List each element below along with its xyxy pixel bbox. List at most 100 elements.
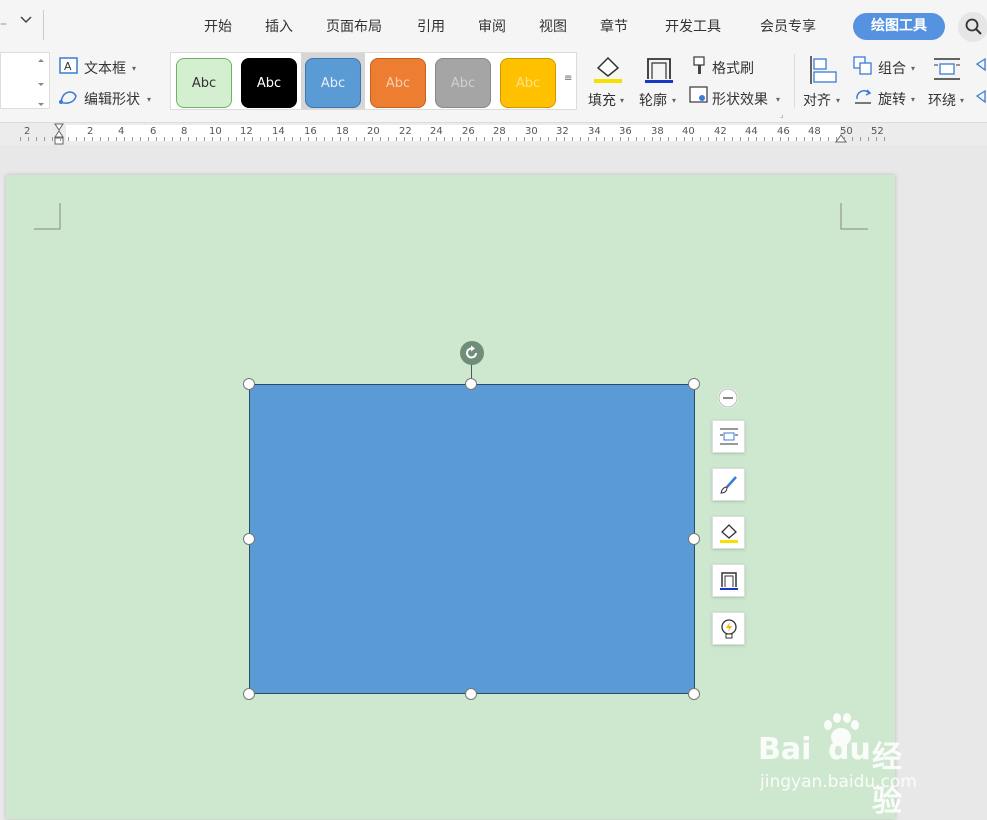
ruler-minor-tick: [860, 137, 861, 141]
gallery-more-icon[interactable]: ≡: [564, 73, 572, 84]
caret-down-icon: ▾: [620, 96, 625, 105]
layout-options-button[interactable]: [712, 420, 745, 453]
group-icon: [853, 56, 875, 80]
rectangle-shape[interactable]: [249, 384, 695, 694]
ruler-tick-label: 52: [871, 126, 884, 137]
ruler-minor-tick: [884, 137, 885, 141]
ruler-minor-tick: [364, 137, 365, 141]
ruler-tick-label: 50: [840, 126, 853, 137]
textbox-button[interactable]: 文本框: [84, 58, 126, 78]
wrap-text-icon: [932, 56, 962, 88]
textbox-icon: A: [59, 57, 79, 79]
tab-member[interactable]: 会员专享: [760, 16, 816, 36]
layer-icon[interactable]: [975, 56, 987, 110]
rotate-button[interactable]: 旋转: [878, 89, 906, 109]
ruler-minor-tick: [780, 137, 781, 141]
tab-view[interactable]: 视图: [539, 16, 567, 36]
line-style-picker[interactable]: [0, 52, 50, 109]
ruler-tick-label: 26: [462, 126, 475, 137]
outline-button[interactable]: 轮廓: [639, 90, 667, 110]
ruler-minor-tick: [732, 137, 733, 141]
ruler-tick-label: 44: [745, 126, 758, 137]
style-swatch-green[interactable]: Abc: [176, 58, 232, 108]
ruler-tick-label: 48: [808, 126, 821, 137]
resize-handle-top[interactable]: [465, 378, 477, 390]
scroll-left-icon[interactable]: –: [0, 16, 7, 32]
ruler-tick-label: 2: [87, 126, 94, 137]
ruler-minor-tick: [148, 137, 149, 141]
group-button[interactable]: 组合: [878, 58, 906, 78]
rotate-handle[interactable]: [460, 341, 484, 365]
style-swatch-gray[interactable]: Abc: [435, 58, 491, 108]
ruler-minor-tick: [716, 137, 717, 141]
tab-insert[interactable]: 插入: [265, 16, 293, 36]
watermark-brand: Bai: [758, 732, 812, 767]
style-swatch-black[interactable]: Abc: [241, 58, 297, 108]
search-button[interactable]: [958, 12, 987, 42]
style-swatch-orange[interactable]: Abc: [370, 58, 426, 108]
quick-fill-button[interactable]: [712, 516, 745, 549]
spinner-arrows-icon: [38, 59, 44, 106]
fill-icon: [720, 524, 738, 543]
resize-handle-top-left[interactable]: [243, 378, 255, 390]
ruler-minor-tick: [340, 137, 341, 141]
tab-review[interactable]: 审阅: [478, 16, 506, 36]
ruler-minor-tick: [788, 137, 789, 141]
horizontal-ruler[interactable]: 2 2 4 6 8 10 12 14 16 18 20 22 24 26 28 …: [0, 123, 987, 145]
margin-corner-top-right: [840, 203, 868, 230]
collapse-toolbar-button[interactable]: [718, 388, 738, 408]
ruler-minor-tick: [628, 137, 629, 141]
ruler-tick-label: 42: [714, 126, 727, 137]
resize-handle-right[interactable]: [688, 533, 700, 545]
rotate-icon: [853, 87, 875, 111]
align-button[interactable]: 对齐: [803, 90, 831, 110]
margin-corner-top-left: [34, 203, 61, 230]
wrap-button[interactable]: 环绕: [928, 90, 956, 110]
style-swatch-gold[interactable]: Abc: [500, 58, 556, 108]
resize-handle-bottom-right[interactable]: [688, 688, 700, 700]
ruler-tick-label: 8: [181, 126, 188, 137]
ruler-minor-tick: [140, 137, 141, 141]
resize-handle-bottom-left[interactable]: [243, 688, 255, 700]
ruler-minor-tick: [92, 137, 93, 141]
ruler-minor-tick: [772, 137, 773, 141]
ruler-minor-tick: [428, 137, 429, 141]
style-brush-button[interactable]: [712, 468, 745, 501]
resize-handle-left[interactable]: [243, 533, 255, 545]
quick-outline-button[interactable]: [712, 564, 745, 597]
shape-effect-button[interactable]: 形状效果: [712, 89, 768, 109]
swatch-text: Abc: [450, 76, 476, 91]
ruler-minor-tick: [44, 137, 45, 141]
ruler-minor-tick: [20, 137, 21, 141]
ruler-minor-tick: [188, 137, 189, 141]
edit-shape-button[interactable]: 编辑形状: [84, 89, 140, 109]
tab-references[interactable]: 引用: [417, 16, 445, 36]
fill-button[interactable]: 填充: [588, 90, 616, 110]
style-swatch-blue[interactable]: Abc: [305, 58, 361, 108]
ruler-minor-tick: [276, 137, 277, 141]
brush-icon: [720, 476, 737, 494]
tab-section[interactable]: 章节: [600, 16, 628, 36]
tab-developer[interactable]: 开发工具: [665, 16, 721, 36]
caret-down-icon: ▾: [132, 64, 137, 73]
quick-effects-button[interactable]: [712, 612, 745, 645]
tab-home[interactable]: 开始: [204, 16, 232, 36]
tab-page-layout[interactable]: 页面布局: [326, 16, 382, 36]
tab-drawing-tools[interactable]: 绘图工具: [853, 13, 945, 40]
divider: [43, 10, 44, 40]
indent-marker-icon[interactable]: [54, 123, 64, 145]
resize-handle-bottom[interactable]: [465, 688, 477, 700]
dialog-launcher-icon[interactable]: ⌟: [780, 110, 784, 119]
ruler-tick-label: 10: [209, 126, 222, 137]
ruler-minor-tick: [28, 137, 29, 141]
shape-effect-icon: [689, 86, 709, 110]
ruler-minor-tick: [636, 137, 637, 141]
resize-handle-top-right[interactable]: [688, 378, 700, 390]
format-painter-button[interactable]: 格式刷: [712, 58, 754, 78]
menu-bar: – 开始 插入 页面布局 引用 审阅 视图 章节 开发工具 会员专享 绘图工具: [0, 0, 987, 52]
quick-access-dropdown-icon[interactable]: [20, 14, 32, 30]
ruler-minor-tick: [124, 137, 125, 141]
ruler-minor-tick: [332, 137, 333, 141]
ruler-tick-label: 20: [367, 126, 380, 137]
ruler-minor-tick: [404, 137, 405, 141]
